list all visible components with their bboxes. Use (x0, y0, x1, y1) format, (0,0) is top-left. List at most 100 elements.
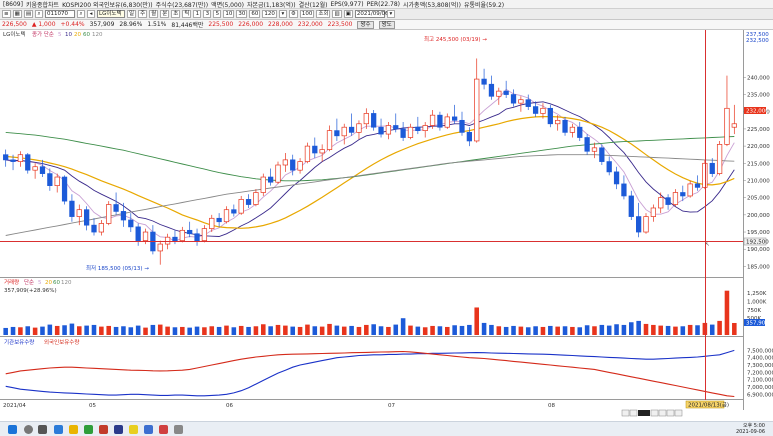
code-search-icon[interactable]: ⌕ (77, 10, 86, 18)
file-explorer-icon[interactable] (69, 425, 78, 434)
trade-amount: 81,446백만 (171, 22, 204, 29)
app-icon[interactable] (114, 425, 123, 434)
order-sell-button[interactable]: 왕도 (378, 20, 395, 29)
candle-body (569, 126, 576, 133)
period-day-button[interactable]: 일 (127, 10, 137, 18)
period-tick-button[interactable]: 틱 (182, 10, 192, 18)
scroll-controls[interactable] (621, 409, 683, 417)
interval-5-button[interactable]: 5 (213, 10, 222, 18)
candle-body (157, 243, 163, 252)
period-month-button[interactable]: 월 (149, 10, 159, 18)
volume-bar (687, 324, 693, 335)
candle[interactable] (643, 213, 649, 234)
candle[interactable] (716, 140, 723, 176)
app2-icon[interactable] (144, 425, 153, 434)
volume-bar (47, 324, 53, 335)
zoom-out-button[interactable] (666, 409, 675, 417)
price-tick-label: 225,000 (747, 127, 770, 133)
app4-icon[interactable] (174, 425, 183, 434)
date-picker-icon[interactable]: ▾ (386, 10, 395, 18)
settings-icon[interactable]: ⚙ (288, 10, 298, 18)
grid-icon[interactable]: ▤ (23, 10, 34, 18)
volume-bar (577, 327, 583, 335)
interval-1-button[interactable]: 1 (193, 10, 202, 18)
candle[interactable] (599, 144, 605, 166)
task-view-icon[interactable] (38, 425, 47, 434)
scroll-right-button[interactable] (650, 409, 659, 417)
reset-view-button[interactable] (674, 409, 683, 417)
scroll-first-button[interactable] (621, 409, 630, 417)
quote-info-bar: 226,500 ▲ 1,000 +0.44% 357,909 28.96% 1.… (0, 20, 773, 30)
interval-120-button[interactable]: 120 (262, 10, 277, 18)
kiwoom-icon[interactable] (99, 425, 108, 434)
volume-bar (260, 324, 266, 335)
holding-tick-label: 7,300,000 (747, 363, 773, 369)
candle-body (415, 126, 421, 131)
volume-tick-label: 1,000K (747, 299, 767, 305)
layout-icon[interactable]: ▦ (12, 10, 22, 18)
volume-bar (702, 322, 708, 335)
candle[interactable] (275, 161, 281, 184)
volume-bar (305, 324, 310, 335)
app3-icon[interactable] (159, 425, 168, 434)
scrollbar-thumb[interactable] (638, 410, 650, 416)
period-week-button[interactable]: 주 (138, 10, 148, 18)
candle-body (540, 107, 546, 114)
menu-icon[interactable]: ≡ (2, 10, 11, 18)
candle-body (209, 217, 215, 229)
windows-start-icon[interactable] (8, 425, 17, 434)
period-minute-button[interactable]: 분 (160, 10, 170, 18)
candle[interactable] (547, 104, 553, 128)
search-icon[interactable]: ⌕ (35, 10, 44, 18)
volume-bar (680, 326, 686, 335)
candle[interactable] (106, 201, 112, 226)
interval-10-button[interactable]: 10 (223, 10, 235, 18)
search-icon[interactable] (24, 425, 33, 434)
count-query-button[interactable]: 조회 (316, 10, 331, 18)
interval-30-button[interactable]: 30 (236, 10, 248, 18)
candle-body (120, 211, 127, 221)
high-price: 226,000 (238, 21, 264, 28)
order-buy-button[interactable]: 왕수 (357, 20, 374, 29)
volume-bar (489, 324, 494, 335)
volume-bar (349, 325, 354, 335)
prev-stock-icon[interactable]: ◂ (87, 10, 96, 18)
dropdown-icon[interactable]: ▾ (278, 10, 287, 18)
stock-chart[interactable]: LG이노텍 종가 단순 5 10 20 60 120 거래량 단순 5 20 6… (0, 30, 773, 427)
date-input[interactable]: 2021/09/06 (354, 10, 389, 18)
change-value: ▲ 1,000 (31, 21, 56, 28)
edge-icon[interactable] (54, 425, 63, 434)
kakaotalk-icon[interactable] (129, 425, 138, 434)
candle[interactable] (304, 142, 311, 164)
candle[interactable] (61, 175, 68, 205)
zoom-in-button[interactable] (658, 409, 667, 417)
chrome-icon[interactable] (84, 425, 93, 434)
candle[interactable] (260, 173, 266, 196)
candle-body (54, 176, 60, 186)
candle-body (650, 207, 656, 217)
volume-bar (128, 327, 134, 335)
chart-type-icon[interactable]: ▥ (332, 10, 342, 18)
candle-body (304, 145, 311, 162)
candle[interactable] (371, 110, 377, 131)
candle[interactable] (702, 159, 708, 190)
close-price: 232,000 (297, 21, 323, 28)
ma120-legend: 120 (92, 32, 103, 38)
system-clock[interactable]: 오후 5:00 2021-09-06 (736, 423, 765, 435)
volume-bar (364, 324, 369, 335)
interval-60-button[interactable]: 60 (249, 10, 261, 18)
candle-body (98, 223, 104, 233)
candle-body (142, 231, 149, 241)
candle-body (613, 171, 620, 185)
x-label-2021-04: 2021/04 (3, 403, 26, 409)
volume-bar (548, 325, 553, 335)
period-second-button[interactable]: 초 (171, 10, 181, 18)
interval-3-button[interactable]: 3 (203, 10, 212, 18)
scroll-left-button[interactable] (629, 409, 638, 417)
stock-code-input[interactable]: 011070 (45, 10, 76, 18)
candle[interactable] (584, 134, 590, 155)
count-input[interactable]: 100 (299, 10, 315, 18)
candle[interactable] (25, 152, 31, 174)
calendar-icon[interactable]: ▣ (343, 10, 353, 18)
candle-body (348, 126, 355, 133)
